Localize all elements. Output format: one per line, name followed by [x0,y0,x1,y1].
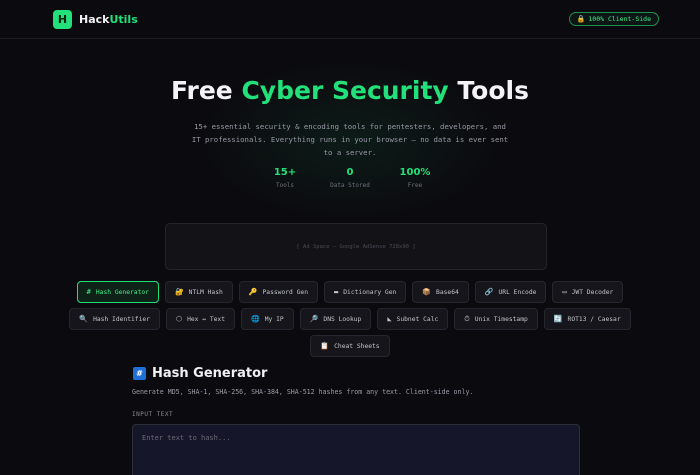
logo-icon: H [53,9,72,29]
tool-label: My IP [264,315,284,323]
tool-jwt-decoder-button[interactable]: ▭ JWT Decoder [552,281,624,303]
stat-data-stored: 0 Data Stored [328,167,372,189]
brand-suffix: Utils [109,12,138,26]
hash-input-field[interactable] [132,424,580,475]
brand-name: HackUtils [79,13,138,26]
tool-nav: # Hash Generator 🔐 NTLM Hash 🔑 Password Gen… [0,281,700,362]
input-text-label: INPUT TEXT [132,411,174,418]
section-title: # Hash Generator [133,366,267,381]
brand-logo[interactable]: H HackUtils [53,9,138,29]
tool-unix-timestamp-button[interactable]: ⏱ Unix Timestamp [454,308,538,330]
tool-label: Cheat Sheets [334,342,380,350]
tool-label: ROT13 / Caesar [567,315,621,323]
tool-hex-text-button[interactable]: ⬡ Hex ↔ Text [165,308,236,330]
tool-label: Subnet Calc [396,315,439,323]
list-icon: ▬ [334,288,339,296]
tool-password-gen-button[interactable]: 🔑 Password Gen [238,281,319,303]
tool-row: # Hash Generator 🔐 NTLM Hash 🔑 Password Gen… [0,281,700,303]
tool-label: Hex ↔ Text [187,315,226,323]
tool-hash-generator-button[interactable]: # Hash Generator [76,281,159,303]
lock-key-icon: 🔐 [174,288,184,296]
client-side-badge-text: 100% Client-Side [588,15,651,23]
tool-hash-identifier-button[interactable]: 🔍 Hash Identifier [69,308,160,330]
hero-stats: 15+ Tools 0 Data Stored 100% Free [0,167,700,189]
globe-icon: 🌐 [251,315,260,323]
hero-subtitle: 15+ essential security & encoding tools … [191,122,509,157]
tool-ntlm-hash-button[interactable]: 🔐 NTLM Hash [164,281,233,303]
tool-my-ip-button[interactable]: 🌐 My IP [241,308,294,330]
tool-label: Hash Identifier [93,315,150,323]
stat-value: 100% [399,167,431,178]
hash-icon: # [133,367,146,380]
stat-free: 100% Free [393,167,437,189]
tool-label: URL Encode [498,288,537,296]
tool-label: Hash Generator [95,288,149,296]
tool-label: Base64 [436,288,459,296]
hero-title: Free Cyber Security Tools [0,76,700,105]
tool-cheat-sheets-button[interactable]: 📋 Cheat Sheets [310,335,390,357]
link-icon: 🔗 [484,288,494,296]
client-side-badge: 🔒 100% Client-Side [568,12,659,26]
clipboard-icon: 📋 [320,342,330,350]
hash-icon: # [86,288,91,296]
hero-title-highlight: Cyber Security [241,76,449,105]
top-navbar: H HackUtils 🔒 100% Client-Side [0,0,700,39]
tool-dictionary-gen-button[interactable]: ▬ Dictionary Gen [324,281,407,303]
ad-space: [ Ad Space — Google AdSense 728x90 ] [165,223,547,270]
tool-label: NTLM Hash [188,288,223,296]
tool-row: 🔍 Hash Identifier ⬡ Hex ↔ Text 🌐 My IP 🔎 DNS… [0,308,700,330]
tool-label: DNS Lookup [323,315,362,323]
package-icon: 📦 [422,288,432,296]
stat-tools: 15+ Tools [263,167,307,189]
tool-label: Dictionary Gen [343,288,397,296]
section-title-text: Hash Generator [152,366,268,381]
tool-url-encode-button[interactable]: 🔗 URL Encode [474,281,547,303]
stat-value: 0 [346,167,354,178]
tool-row: 📋 Cheat Sheets [0,335,700,357]
network-icon: ◣ [387,315,392,323]
hero-title-post: Tools [448,76,529,105]
stopwatch-icon: ⏱ [464,314,470,323]
hero-title-pre: Free [171,76,242,105]
tool-label: Unix Timestamp [474,315,528,323]
stat-value: 15+ [273,167,297,178]
tool-base64-button[interactable]: 📦 Base64 [412,281,469,303]
tool-rot13-caesar-button[interactable]: 🔄 ROT13 / Caesar [543,308,631,330]
tool-label: Password Gen [262,288,309,296]
stat-label: Free [407,182,423,189]
section-description: Generate MD5, SHA-1, SHA-256, SHA-384, S… [132,388,474,396]
brand-prefix: Hack [79,12,110,26]
key-icon: 🔑 [248,288,258,296]
lock-icon: 🔒 [576,15,586,23]
rotate-icon: 🔄 [553,315,563,323]
tool-label: JWT Decoder [571,288,614,296]
tool-dns-lookup-button[interactable]: 🔎 DNS Lookup [299,308,372,330]
stat-label: Data Stored [330,182,370,189]
token-icon: ▭ [562,288,567,296]
search-icon: 🔎 [309,315,319,323]
stat-label: Tools [275,182,295,189]
magnifier-icon: 🔍 [79,315,89,323]
tool-subnet-calc-button[interactable]: ◣ Subnet Calc [377,308,449,330]
hex-icon: ⬡ [175,315,183,323]
